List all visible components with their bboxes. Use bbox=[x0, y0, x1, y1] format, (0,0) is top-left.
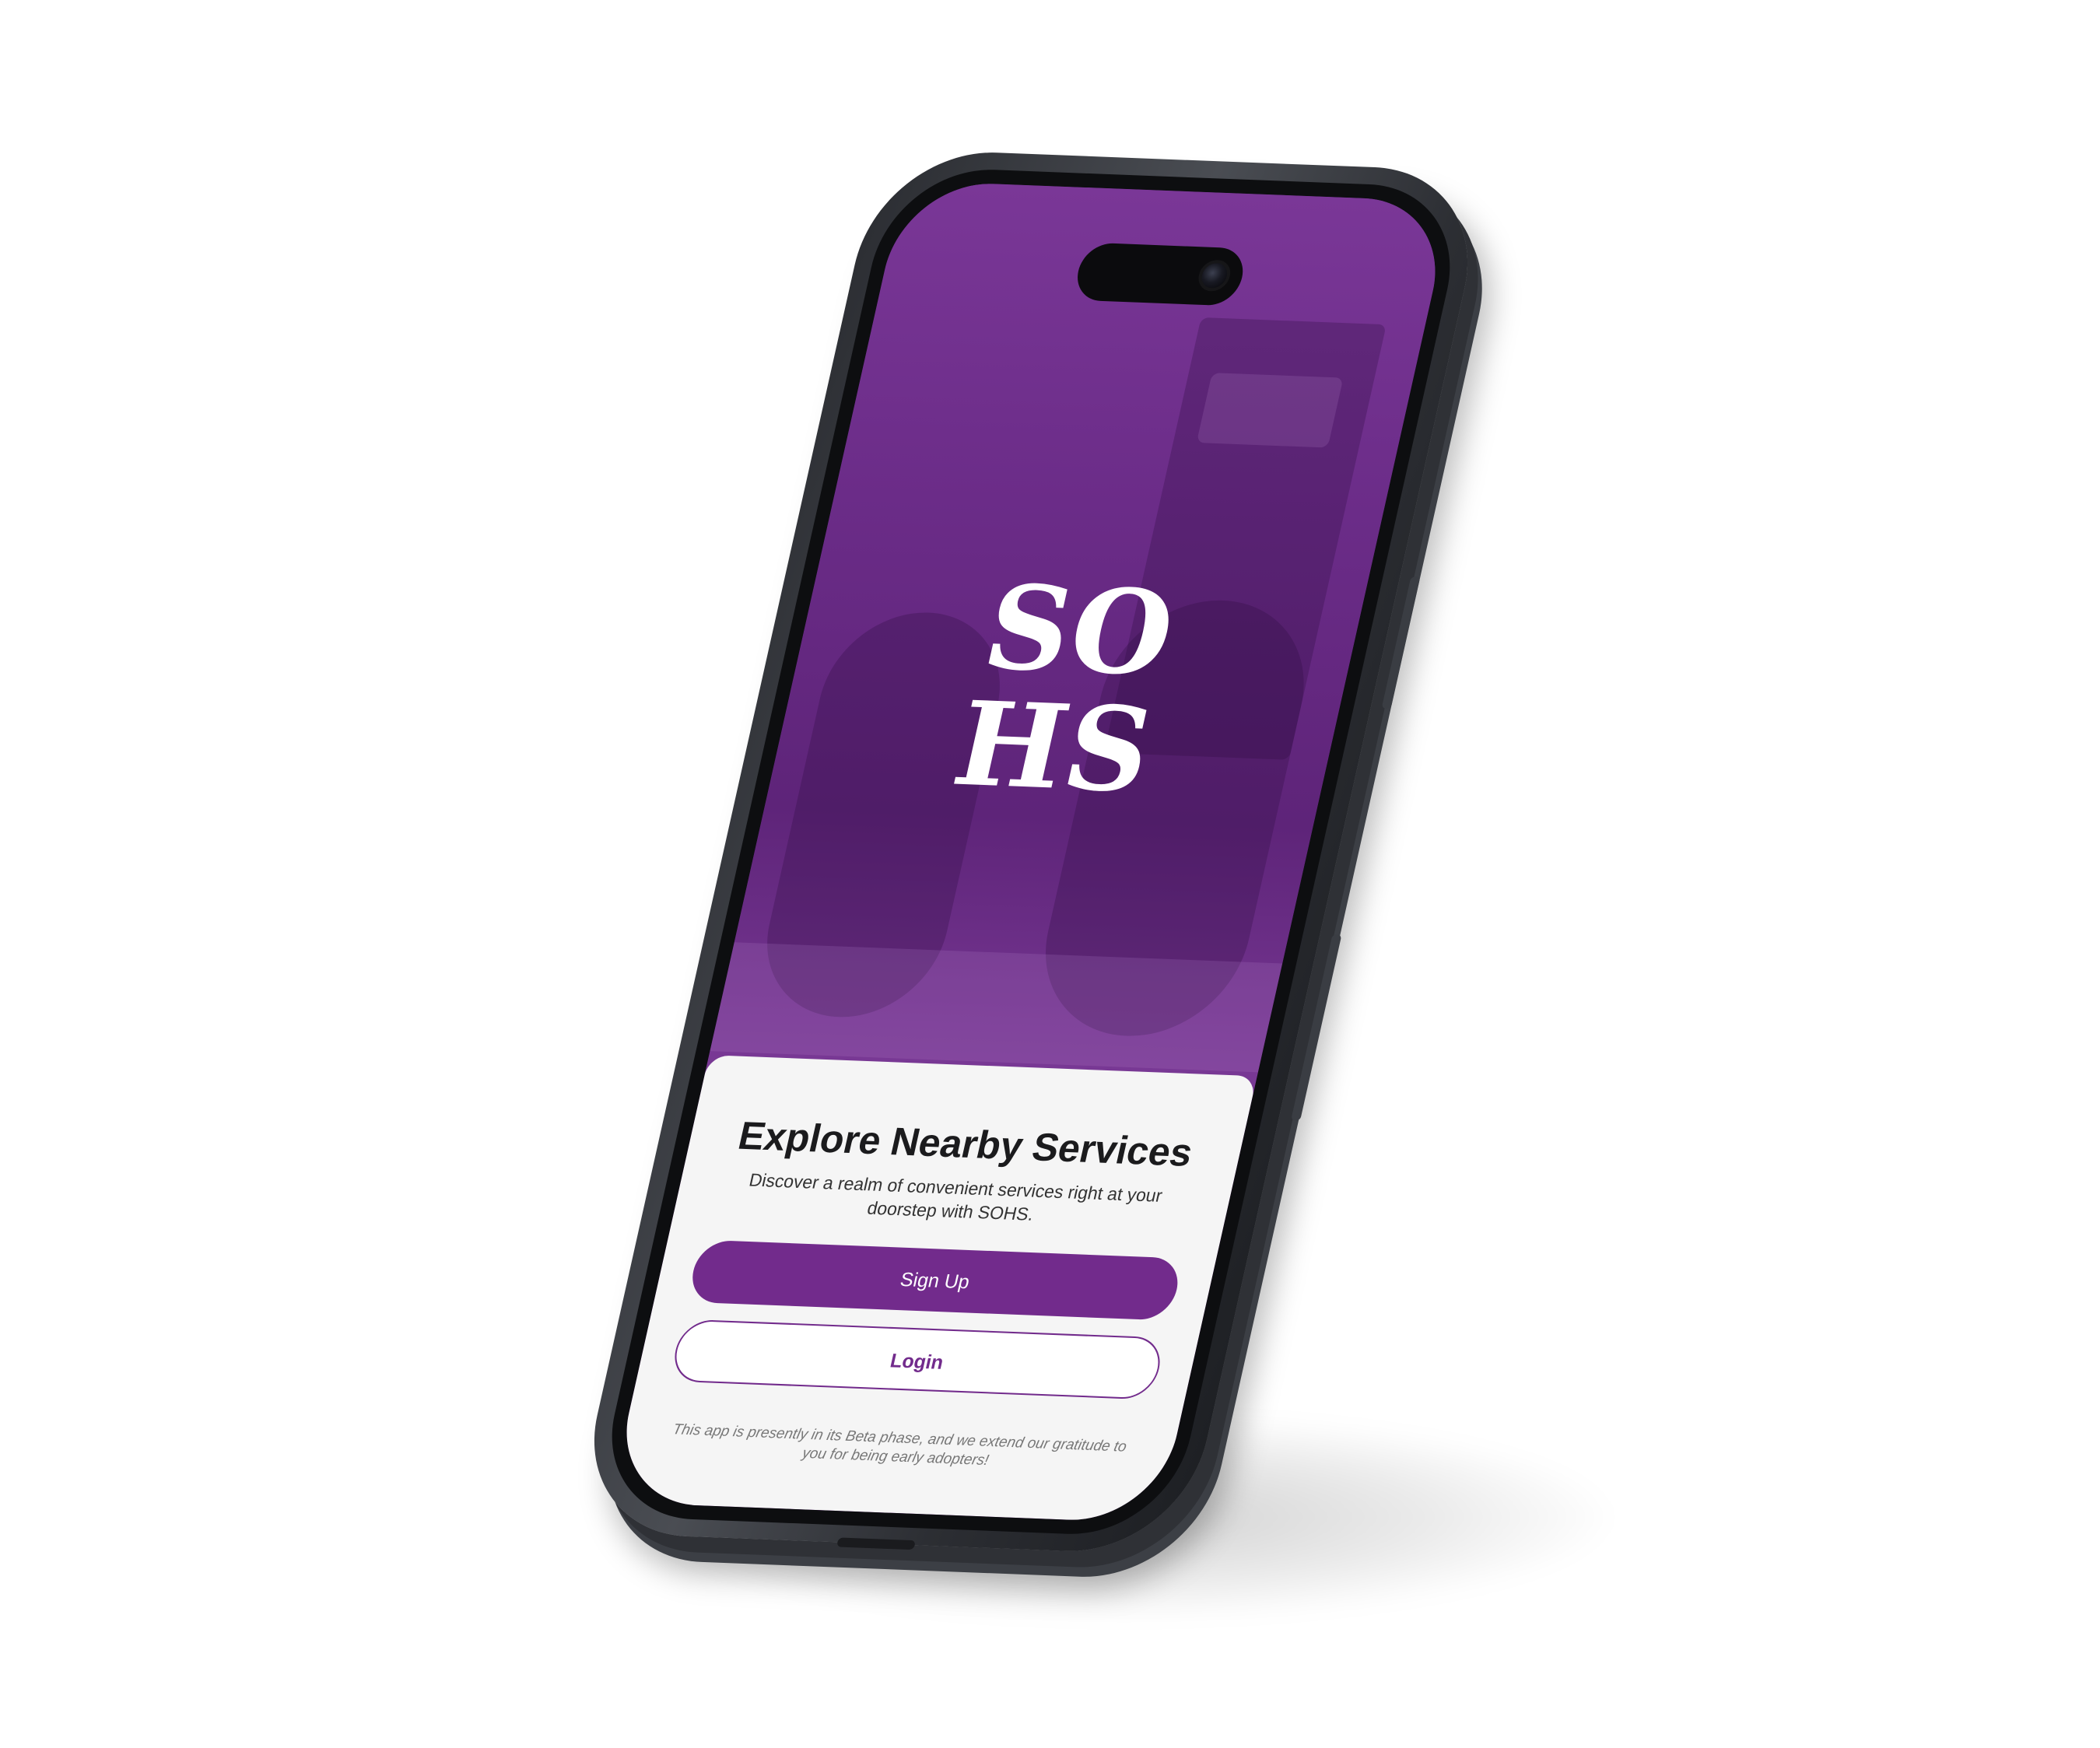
sign-up-button[interactable]: Sign Up bbox=[686, 1239, 1184, 1321]
power-button bbox=[1381, 576, 1421, 709]
hero-window-shape bbox=[1196, 373, 1344, 448]
hero-background: SO HS bbox=[704, 180, 1453, 1096]
app-screen: SO HS Explore Nearby Services Discover a… bbox=[608, 180, 1453, 1524]
login-button[interactable]: Login bbox=[668, 1319, 1166, 1400]
beta-note: This app is presently in its Beta phase,… bbox=[671, 1421, 1128, 1470]
welcome-subtitle: Discover a realm of convenient services … bbox=[747, 1169, 1165, 1224]
logo-line-1: SO bbox=[973, 559, 1189, 702]
dynamic-island bbox=[1071, 242, 1249, 307]
logo-line-2: HS bbox=[942, 675, 1167, 818]
screen-bezel: SO HS Explore Nearby Services Discover a… bbox=[591, 166, 1471, 1538]
phone-device: SO HS Explore Nearby Services Discover a… bbox=[571, 148, 1491, 1556]
front-camera-icon bbox=[1195, 259, 1234, 292]
mockup-stage: SO HS Explore Nearby Services Discover a… bbox=[0, 0, 2100, 1748]
welcome-title: Explore Nearby Services bbox=[734, 1113, 1197, 1175]
welcome-sheet: Explore Nearby Services Discover a realm… bbox=[608, 1055, 1257, 1524]
hero-floor-shape bbox=[710, 942, 1283, 1073]
side-button bbox=[1290, 934, 1342, 1121]
